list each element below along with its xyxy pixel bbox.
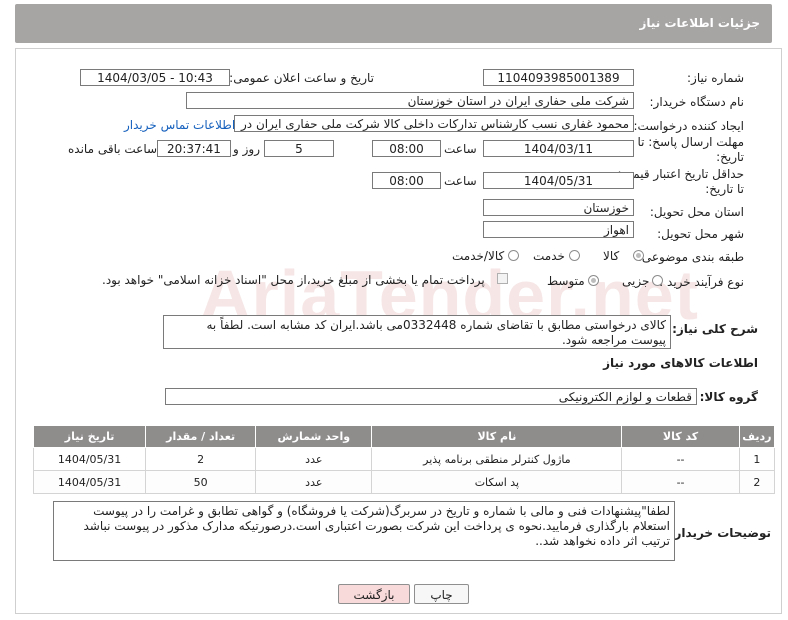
general-description-label: شرح کلی نیاز: (672, 322, 758, 336)
table-row: 2 -- پد اسکات عدد 50 1404/05/31 (32, 470, 776, 494)
goods-group-field: قطعات و لوازم الکترونیکی (165, 388, 697, 405)
category-option-goods: کالا (603, 249, 620, 263)
goods-group-label: گروه کالا: (699, 390, 758, 404)
category-radio-goods[interactable] (633, 250, 644, 261)
delivery-city-field: اهواز (483, 221, 634, 238)
deadline-label-line1: مهلت ارسال پاسخ: تا (637, 135, 744, 149)
delivery-city-label: شهر محل تحویل: (657, 227, 744, 241)
treasury-payment-note: پرداخت تمام یا بخشی از مبلغ خرید،از محل … (102, 273, 485, 287)
page-header: جزئیات اطلاعات نیاز (15, 4, 772, 43)
cell-code: -- (621, 470, 740, 494)
col-header-unit: واحد شمارش (255, 425, 373, 448)
deadline-time-field: 08:00 (372, 140, 441, 157)
remaining-time-label: ساعت باقی مانده (68, 142, 158, 156)
cell-name: پد اسکات (371, 470, 623, 494)
cell-quantity: 2 (145, 447, 257, 471)
col-header-need-date: تاریخ نیاز (32, 425, 147, 448)
cell-unit: عدد (255, 470, 373, 494)
subject-category-label: طبقه بندی موضوعی: (637, 250, 744, 264)
table-row: 1 -- ماژول کنترلر منطقی برنامه پذیر عدد … (32, 447, 776, 471)
remaining-time-field: 20:37:41 (157, 140, 231, 157)
col-header-row: ردیف (738, 425, 776, 448)
cell-need-date: 1404/05/31 (32, 470, 147, 494)
price-validity-time-field: 08:00 (372, 172, 441, 189)
purchase-process-label: نوع فرآیند خرید : (659, 275, 744, 289)
price-validity-label-line2: تا تاریخ: (705, 182, 744, 196)
page-title: جزئیات اطلاعات نیاز (639, 16, 760, 30)
category-option-goods-service: کالا/خدمت (452, 249, 505, 263)
cell-name: ماژول کنترلر منطقی برنامه پذیر (371, 447, 623, 471)
process-option-minor: جزیی (622, 274, 650, 288)
request-creator-label: ایجاد کننده درخواست: (633, 119, 744, 133)
buyer-notes-field: لطفا"پیشنهادات فنی و مالی با شماره و تار… (53, 501, 675, 561)
days-remaining-field: 5 (264, 140, 334, 157)
deadline-label-line2: تاریخ: (716, 150, 744, 164)
category-radio-goods-service[interactable] (508, 250, 519, 261)
delivery-province-field: خوزستان (483, 199, 634, 216)
days-label: روز و (233, 142, 260, 156)
buyer-contact-link[interactable]: اطلاعات تماس خریدار (124, 118, 235, 132)
buyer-org-label: نام دستگاه خریدار: (649, 95, 745, 109)
process-radio-medium[interactable] (588, 275, 599, 286)
treasury-payment-checkbox[interactable] (497, 273, 508, 284)
category-option-service: خدمت (533, 249, 565, 263)
general-description-field: کالای درخواستی مطابق با تقاضای شماره 033… (163, 315, 671, 349)
process-radio-minor[interactable] (652, 275, 663, 286)
category-radio-service[interactable] (569, 250, 580, 261)
cell-need-date: 1404/05/31 (32, 447, 147, 471)
price-validity-label-line1: حداقل تاریخ اعتبار قیمت: (617, 167, 744, 181)
goods-table-header: ردیف کد کالا نام کالا واحد شمارش تعداد /… (32, 425, 776, 448)
cell-row-number: 2 (738, 470, 776, 494)
col-header-code: کد کالا (621, 425, 740, 448)
request-creator-field: محمود غفاری نسب کارشناس تدارکات داخلی کا… (234, 115, 634, 132)
announce-datetime-label: تاریخ و ساعت اعلان عمومی: (229, 71, 374, 85)
buyer-org-field: شرکت ملی حفاری ایران در استان خوزستان (186, 92, 634, 109)
need-number-label: شماره نیاز: (687, 71, 744, 85)
need-number-field: 1104093985001389 (483, 69, 634, 86)
price-validity-date-field: 1404/05/31 (483, 172, 634, 189)
deadline-time-label: ساعت (444, 142, 477, 156)
goods-table: ردیف کد کالا نام کالا واحد شمارش تعداد /… (32, 425, 776, 494)
cell-quantity: 50 (145, 470, 257, 494)
cell-unit: عدد (255, 447, 373, 471)
deadline-date-field: 1404/03/11 (483, 140, 634, 157)
col-header-name: نام کالا (371, 425, 623, 448)
back-button[interactable]: بازگشت (338, 584, 410, 604)
announce-datetime-field: 1404/03/05 - 10:43 (80, 69, 230, 86)
process-option-medium: متوسط (547, 274, 585, 288)
delivery-province-label: استان محل تحویل: (649, 205, 744, 219)
price-validity-time-label: ساعت (444, 174, 477, 188)
cell-row-number: 1 (738, 447, 776, 471)
col-header-quantity: تعداد / مقدار (145, 425, 257, 448)
buyer-notes-label: توضیحات خریدار: (669, 526, 771, 540)
cell-code: -- (621, 447, 740, 471)
goods-info-title: اطلاعات کالاهای مورد نیاز (603, 356, 758, 370)
print-button[interactable]: چاپ (414, 584, 469, 604)
